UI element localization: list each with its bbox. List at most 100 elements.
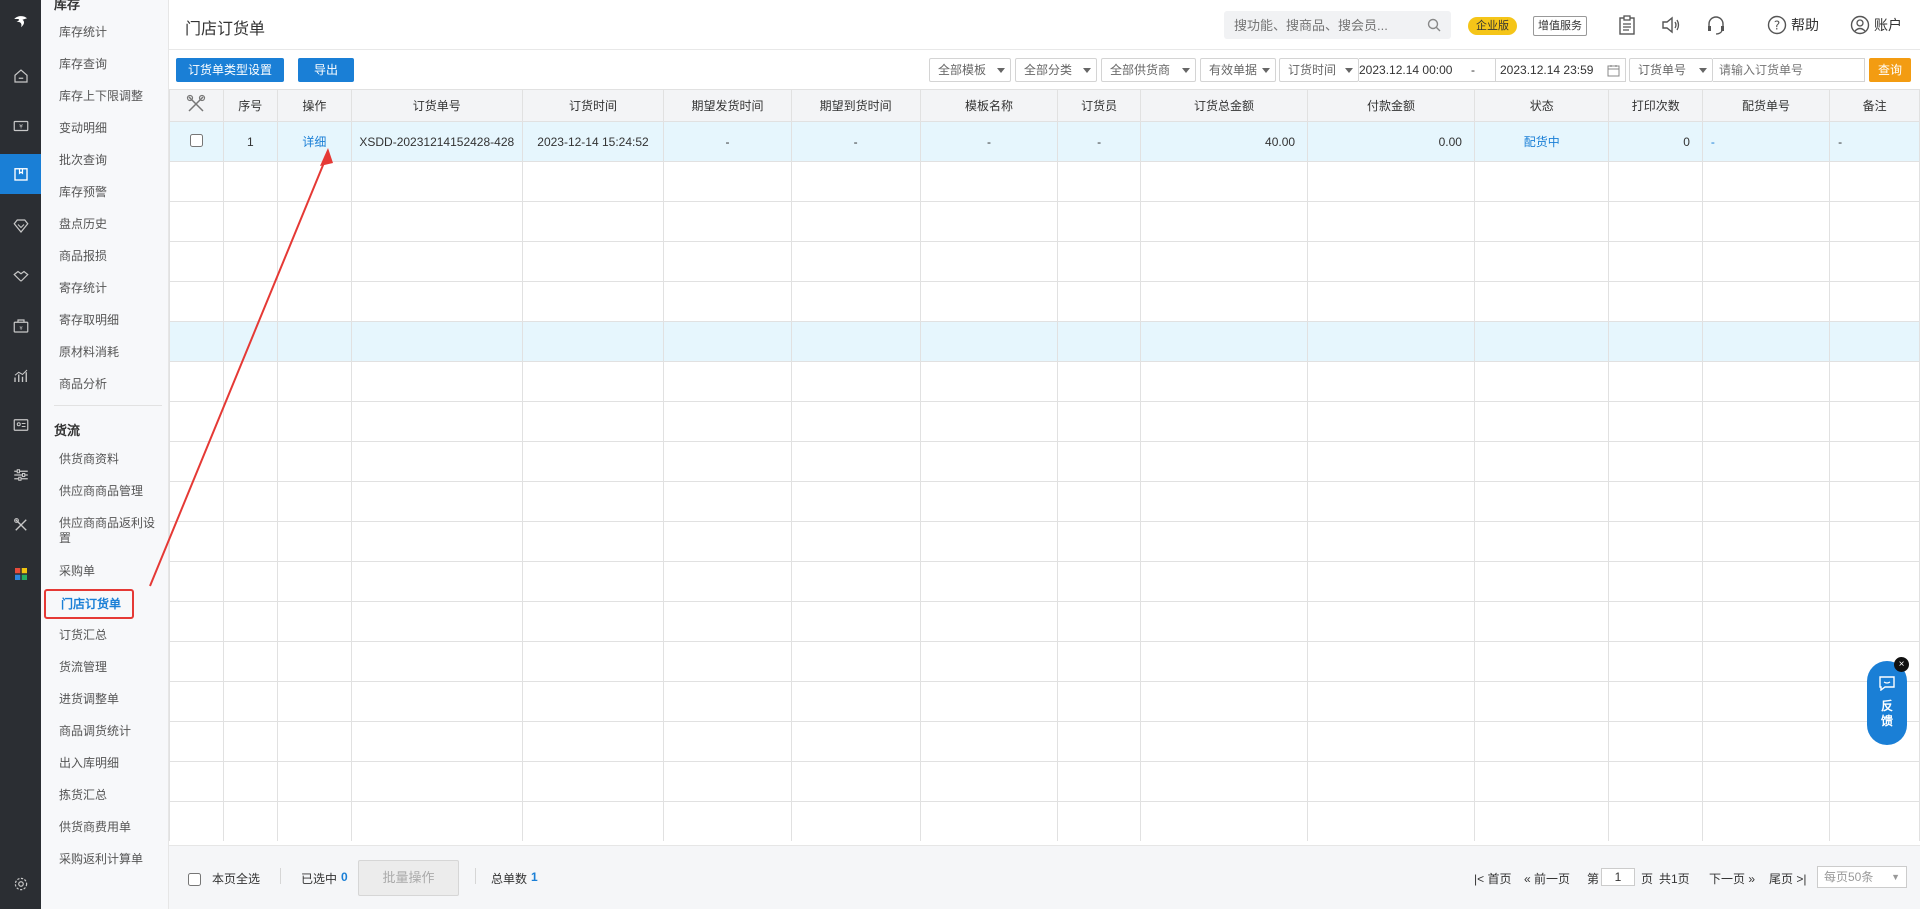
prev-page-button[interactable]: « 前一页 [1524, 870, 1570, 887]
submenu-item-inventory-stats[interactable]: 库存统计 [59, 25, 159, 40]
cell-status[interactable]: 配货中 [1473, 121, 1610, 162]
submenu-item-stock-alert[interactable]: 库存预警 [59, 185, 159, 200]
date-end[interactable]: 2023.12.14 23:59 [1500, 59, 1593, 81]
close-icon[interactable]: × [1894, 657, 1909, 672]
brand-logo[interactable] [0, 2, 41, 42]
submenu-item-supplier-products[interactable]: 供应商商品管理 [59, 484, 159, 499]
rail-partner[interactable] [0, 256, 41, 296]
empty-cell [1139, 521, 1309, 562]
empty-cell [521, 201, 665, 242]
batch-operation-button[interactable]: 批量操作 [358, 860, 459, 896]
empty-cell [351, 241, 523, 282]
wrench-icon[interactable] [186, 94, 206, 114]
order-number-input[interactable] [1713, 58, 1865, 82]
rail-config[interactable] [0, 455, 41, 495]
feedback-button[interactable]: × 反 馈 [1867, 657, 1909, 745]
supplier-filter[interactable]: 全部供货商 [1101, 58, 1196, 82]
cell-expected-arrive: - [790, 121, 921, 162]
first-page-button[interactable]: |< 首页 [1474, 870, 1511, 887]
query-button[interactable]: 查询 [1869, 58, 1911, 82]
total-orders-count: 1 [531, 870, 538, 884]
submenu-item-purchase-order[interactable]: 采购单 [59, 564, 159, 579]
submenu-item-material-usage[interactable]: 原材料消耗 [59, 345, 159, 360]
submenu-item-stock-limits[interactable]: 库存上下限调整 [59, 89, 159, 104]
account-link[interactable]: 账户 [1850, 15, 1902, 35]
clipboard-icon[interactable] [1616, 14, 1638, 36]
empty-cell [1057, 761, 1141, 802]
edition-badge[interactable]: 企业版 [1468, 17, 1517, 35]
rail-staff[interactable] [0, 405, 41, 445]
submenu-item-supplier-rebate[interactable]: 供应商商品返利设置 [59, 516, 159, 546]
empty-cell [351, 561, 523, 602]
rail-finance[interactable]: ¥ [0, 306, 41, 346]
headset-icon[interactable] [1705, 14, 1727, 36]
submenu-item-supplier-info[interactable]: 供货商资料 [59, 452, 159, 467]
per-page-select[interactable]: 每页50条 ▼ [1817, 866, 1907, 888]
page-number-input[interactable] [1601, 868, 1635, 886]
global-search-input[interactable] [1234, 15, 1424, 35]
date-range-picker[interactable]: 2023.12.14 00:00 - [1359, 58, 1496, 82]
detail-link[interactable]: 详细 [276, 121, 353, 162]
date-start[interactable]: 2023.12.14 00:00 [1359, 59, 1452, 81]
empty-cell [919, 281, 1059, 322]
rail-cashier[interactable]: ¥ [0, 106, 41, 146]
submenu-item-supplier-expense[interactable]: 供货商费用单 [59, 820, 159, 835]
submenu-item-damage-report[interactable]: 商品报损 [59, 249, 159, 264]
column-settings-header[interactable] [169, 89, 224, 122]
next-page-button[interactable]: 下一页 » [1709, 870, 1755, 887]
calendar-icon[interactable] [1607, 64, 1620, 77]
empty-cell [919, 601, 1059, 642]
submenu-item-batch-query[interactable]: 批次查询 [59, 153, 159, 168]
submenu-item-change-detail[interactable]: 变动明细 [59, 121, 159, 136]
select-page-checkbox[interactable] [188, 873, 201, 886]
empty-cell [1829, 481, 1920, 522]
submenu-item-store-order[interactable]: 门店订货单 [44, 589, 134, 619]
last-page-button[interactable]: 尾页 >| [1769, 870, 1806, 887]
speaker-icon[interactable] [1660, 14, 1682, 36]
submenu-item-logistics-mgmt[interactable]: 货流管理 [59, 660, 159, 675]
empty-cell [1701, 561, 1831, 602]
submenu-item-picking-summary[interactable]: 拣货汇总 [59, 788, 159, 803]
rail-tools[interactable] [0, 505, 41, 545]
empty-cell [1608, 321, 1703, 362]
rail-report[interactable] [0, 356, 41, 396]
time-type-filter[interactable]: 订货时间 [1279, 58, 1359, 82]
order-field-filter[interactable]: 订货单号 [1629, 58, 1713, 82]
category-filter[interactable]: 全部分类 [1015, 58, 1097, 82]
help-link[interactable]: ? 帮助 [1767, 15, 1819, 35]
search-icon[interactable] [1427, 18, 1441, 35]
time-type-filter-value: 订货时间 [1288, 63, 1337, 77]
value-added-button[interactable]: 增值服务 [1533, 16, 1587, 36]
template-filter[interactable]: 全部模板 [929, 58, 1011, 82]
submenu-item-deposit-detail[interactable]: 寄存取明细 [59, 313, 159, 328]
rail-member[interactable] [0, 206, 41, 246]
date-end-field[interactable]: 2023.12.14 23:59 [1496, 58, 1626, 82]
submenu-item-stocktake-history[interactable]: 盘点历史 [59, 217, 159, 232]
rail-home[interactable] [0, 56, 41, 96]
empty-cell [169, 161, 224, 202]
row-checkbox[interactable] [189, 133, 203, 147]
table-row[interactable]: 1 详细 XSDD-20231214152428-428 2023-12-14 … [169, 121, 1920, 162]
empty-cell [521, 441, 665, 482]
export-button[interactable]: 导出 [298, 58, 355, 82]
empty-cell [351, 201, 523, 242]
order-type-settings-button[interactable]: 订货单类型设置 [176, 58, 285, 82]
rail-inventory[interactable] [0, 154, 41, 194]
submenu-item-transfer-stats[interactable]: 商品调货统计 [59, 724, 159, 739]
rail-settings[interactable] [0, 864, 41, 904]
empty-cell [351, 521, 523, 562]
submenu-item-order-summary[interactable]: 订货汇总 [59, 628, 159, 643]
submenu-item-inventory-query[interactable]: 库存查询 [59, 57, 159, 72]
validity-filter[interactable]: 有效单据 [1200, 58, 1276, 82]
empty-cell [1307, 441, 1475, 482]
submenu-item-receipt-adjust[interactable]: 进货调整单 [59, 692, 159, 707]
submenu-item-inout-detail[interactable]: 出入库明细 [59, 756, 159, 771]
select-page-label[interactable]: 本页全选 [212, 870, 260, 887]
submenu-item-rebate-calc[interactable]: 采购返利计算单 [59, 852, 159, 867]
submenu-item-deposit-stats[interactable]: 寄存统计 [59, 281, 159, 296]
rail-apps[interactable] [0, 554, 41, 594]
cell-distribution-no[interactable]: - [1701, 121, 1831, 162]
submenu-item-product-analysis[interactable]: 商品分析 [59, 377, 159, 392]
global-search[interactable] [1224, 11, 1451, 39]
empty-cell [1307, 561, 1475, 602]
